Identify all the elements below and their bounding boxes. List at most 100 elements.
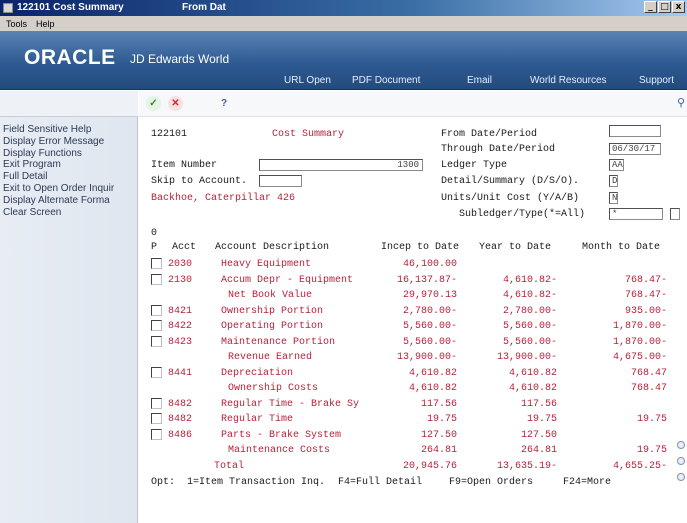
scroll-down-icon[interactable] — [677, 457, 685, 465]
row-option-field[interactable] — [151, 428, 162, 440]
help-icon[interactable]: ? — [219, 96, 229, 111]
link-email[interactable]: Email — [467, 75, 492, 86]
row-description: Maintenance Portion — [221, 336, 336, 348]
ledger-type-field[interactable]: AA — [609, 159, 624, 171]
row-option-field[interactable] — [151, 413, 162, 424]
maximize-button[interactable]: □ — [658, 1, 671, 13]
row-option-field[interactable] — [151, 397, 162, 409]
row-description: Operating Portion — [221, 321, 324, 332]
footer-f4[interactable]: F4=Full Detail — [338, 477, 422, 488]
detail-summary-field[interactable]: D — [609, 175, 618, 187]
main-form: ✓ ✕ ? ⚲ 122101 Cost Summary Item Number … — [139, 91, 687, 523]
units-cost-label: Units/Unit Cost (Y/A/B) — [441, 193, 580, 204]
search-icon[interactable]: ⚲ — [677, 96, 685, 109]
sidebar-item-open-order-inquiry[interactable]: Exit to Open Order Inquir — [3, 183, 114, 195]
item-number-field[interactable]: 1300 — [259, 159, 423, 171]
link-url-open[interactable]: URL Open — [284, 75, 331, 86]
row-year-to-date: 264.81 — [520, 445, 557, 456]
row-description: Parts - Brake System — [221, 429, 342, 441]
row-year-to-date: 19.75 — [526, 414, 557, 425]
app-icon — [3, 3, 13, 13]
close-button[interactable]: x — [672, 1, 685, 13]
sidebar-item-field-help[interactable]: Field Sensitive Help — [3, 124, 114, 136]
row-year-to-date: 4,610.82- — [502, 290, 557, 301]
ledger-type-label: Ledger Type — [441, 160, 508, 171]
scroll-page-icon[interactable] — [677, 473, 685, 481]
row-year-to-date: 13,900.00- — [496, 352, 557, 363]
skip-to-account-field[interactable] — [259, 175, 302, 187]
skip-to-account-label: Skip to Account. — [151, 176, 248, 187]
subledger-type-field[interactable] — [670, 208, 680, 220]
through-period-field[interactable]: 06/30/17 — [609, 143, 661, 155]
row-description: Revenue Earned — [228, 352, 313, 363]
sidebar-item-display-functions[interactable]: Display Functions — [3, 148, 114, 160]
row-month-to-date: 768.47 — [630, 367, 667, 379]
form-toolbar: ✓ ✕ ? ⚲ — [139, 91, 687, 117]
subledger-field[interactable]: * — [609, 208, 663, 220]
row-description: Net Book Value — [228, 290, 313, 301]
scroll-up-icon[interactable] — [677, 441, 685, 449]
row-month-to-date: 19.75 — [636, 445, 667, 456]
col-header-month: Month to Date — [582, 242, 661, 253]
col-header-description: Account Description — [215, 242, 330, 253]
row-option-field[interactable] — [151, 258, 162, 269]
row-account: 8486 — [168, 429, 193, 441]
units-cost-field[interactable]: N — [609, 192, 618, 204]
footer-f24[interactable]: F24=More — [563, 477, 611, 488]
product-name: JD Edwards World — [130, 52, 230, 66]
row-option-field[interactable] — [151, 304, 162, 316]
row-year-to-date: 4,610.82 — [508, 383, 557, 394]
sidebar-item-error-message[interactable]: Display Error Message — [3, 136, 114, 148]
sidebar-item-exit-program[interactable]: Exit Program — [3, 159, 114, 171]
row-year-to-date: 127.50 — [520, 429, 557, 441]
sidebar-item-alternate-format[interactable]: Display Alternate Forma — [3, 195, 114, 207]
menu-bar: Tools Help — [0, 16, 687, 31]
sidebar-item-full-detail[interactable]: Full Detail — [3, 171, 114, 183]
row-account: 8482 — [168, 414, 193, 425]
row-month-to-date: 4,675.00- — [612, 352, 667, 363]
row-account: 2030 — [168, 259, 193, 270]
function-sidebar: Field Sensitive Help Display Error Messa… — [0, 91, 138, 523]
item-description: Backhoe, Caterpillar 426 — [151, 193, 296, 204]
sidebar-item-clear-screen[interactable]: Clear Screen — [3, 207, 114, 219]
through-period-label: Through Date/Period — [441, 144, 556, 155]
form-title: Cost Summary — [272, 129, 345, 140]
subledger-label: Subledger/Type(*=All) — [459, 209, 586, 220]
row-account: 8421 — [168, 305, 193, 317]
row-description: Regular Time — [221, 414, 294, 425]
link-support[interactable]: Support — [639, 75, 674, 86]
row-option-field[interactable] — [151, 366, 162, 378]
detail-summary-label: Detail/Summary (D/S/O). — [441, 176, 580, 187]
row-account: 8423 — [168, 336, 193, 348]
row-year-to-date: 5,560.00- — [502, 321, 557, 332]
row-account: 2130 — [168, 274, 193, 286]
link-pdf-document[interactable]: PDF Document — [352, 75, 420, 86]
row-description: Depreciation — [221, 367, 294, 379]
from-period-field[interactable] — [609, 125, 661, 137]
ok-check-icon[interactable]: ✓ — [146, 96, 161, 111]
row-month-to-date: 768.47 — [630, 383, 667, 394]
window-title: 122101 Cost Summary — [17, 2, 124, 13]
row-option-field[interactable] — [151, 320, 162, 331]
row-year-to-date: 5,560.00- — [502, 336, 557, 348]
minimize-button[interactable]: _ — [644, 1, 657, 13]
menu-tools[interactable]: Tools — [6, 19, 27, 29]
row-month-to-date: 1,870.00- — [612, 336, 667, 348]
link-world-resources[interactable]: World Resources — [530, 75, 607, 86]
row-description: Ownership Portion — [221, 305, 324, 317]
row-description: Maintenance Costs — [228, 445, 331, 456]
row-month-to-date: 1,870.00- — [612, 321, 667, 332]
row-option-field[interactable] — [151, 335, 162, 347]
cancel-x-icon[interactable]: ✕ — [168, 96, 183, 111]
row-month-to-date: 935.00- — [624, 305, 667, 317]
row-month-to-date: 4,655.25- — [612, 460, 667, 472]
row-account: 8441 — [168, 367, 193, 379]
item-number-label: Item Number — [151, 160, 218, 171]
row-option-field[interactable] — [151, 273, 162, 285]
menu-help[interactable]: Help — [36, 19, 55, 29]
row-description: Ownership Costs — [228, 383, 319, 394]
window-subtitle: From Dat — [182, 2, 226, 13]
col-header-p: P — [151, 242, 158, 253]
record-count: 0 — [151, 228, 158, 239]
footer-f9[interactable]: F9=Open Orders — [449, 477, 533, 488]
